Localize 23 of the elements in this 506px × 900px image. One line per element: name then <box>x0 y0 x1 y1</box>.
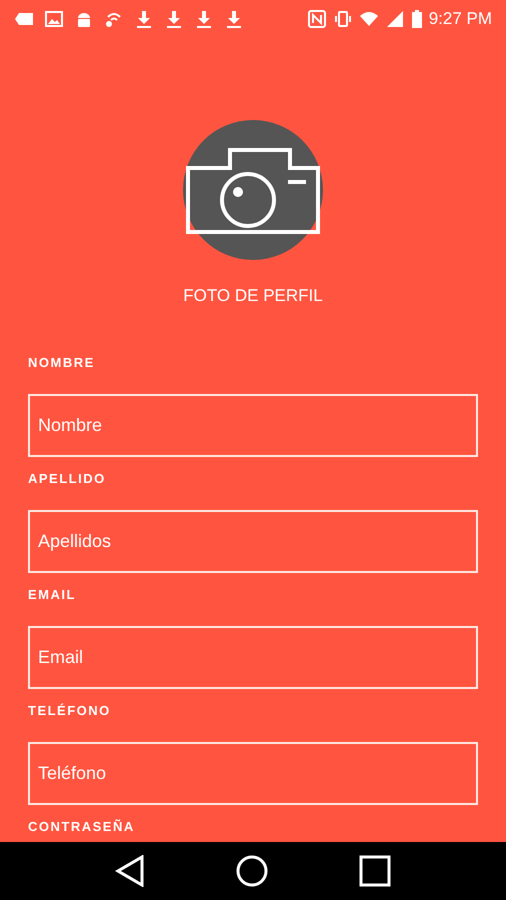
field-label: CONTRASEÑA <box>28 818 136 834</box>
battery-icon <box>410 9 423 29</box>
field-label: TELÉFONO <box>28 702 112 718</box>
download-icon <box>134 9 154 29</box>
home-icon[interactable] <box>236 855 268 887</box>
text-field[interactable]: Teléfono <box>28 742 478 804</box>
field-label: NOMBRE <box>28 354 96 370</box>
profile-photo-label: FOTO DE PERFIL <box>183 285 323 307</box>
recents-icon[interactable] <box>358 855 391 887</box>
text-field[interactable]: Email <box>28 626 478 688</box>
download-icon <box>164 9 184 29</box>
field-label: EMAIL <box>28 586 77 602</box>
back-icon[interactable] <box>115 855 146 887</box>
download-icon <box>194 9 214 29</box>
status-time: 9:27 PM <box>428 8 492 30</box>
text-field[interactable]: Nombre <box>28 394 478 456</box>
download-icon <box>224 9 244 29</box>
nfc-icon <box>306 9 327 29</box>
signal-icon <box>384 9 405 29</box>
image-icon <box>44 9 64 29</box>
field-label: APELLIDO <box>28 470 107 486</box>
text-field[interactable]: Apellidos <box>28 510 478 572</box>
vibrate-icon <box>332 9 353 29</box>
